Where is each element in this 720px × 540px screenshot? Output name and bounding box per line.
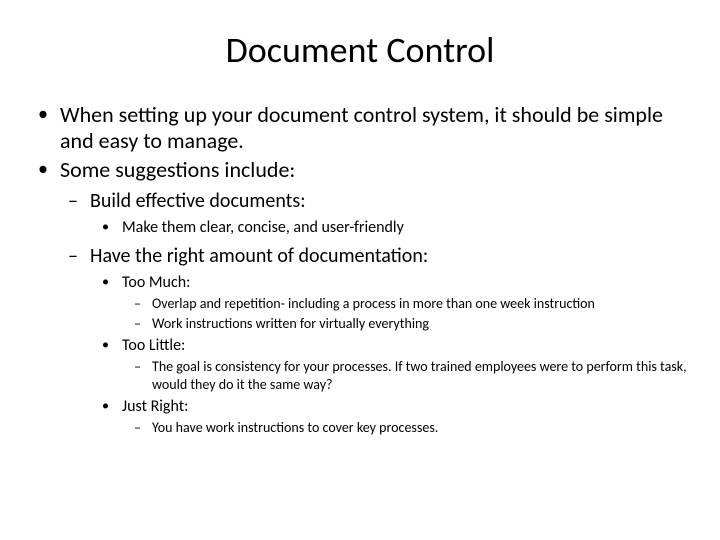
bullet-list-level4: Overlap and repetition- including a proc…	[122, 295, 690, 332]
bullet-item: You have work instructions to cover key …	[152, 419, 690, 437]
bullet-text: Just Right:	[122, 397, 188, 416]
bullet-text: Too Little:	[122, 336, 185, 355]
bullet-item: Too Little: The goal is consistency for …	[122, 336, 690, 393]
slide-title: Document Control	[30, 28, 690, 72]
bullet-list-level1: When setting up your document control sy…	[30, 102, 690, 437]
bullet-item: Build effective documents: Make them cle…	[90, 189, 690, 238]
bullet-list-level2: Build effective documents: Make them cle…	[60, 189, 690, 437]
bullet-list-level3: Make them clear, concise, and user-frien…	[90, 218, 690, 238]
bullet-text: Build effective documents:	[90, 189, 306, 213]
bullet-item: Have the right amount of documentation: …	[90, 244, 690, 437]
bullet-text: Some suggestions include:	[60, 156, 295, 183]
bullet-item: Just Right: You have work instructions t…	[122, 397, 690, 437]
bullet-item: Work instructions written for virtually …	[152, 315, 690, 333]
bullet-item: Too Much: Overlap and repetition- includ…	[122, 273, 690, 332]
bullet-list-level4: You have work instructions to cover key …	[122, 419, 690, 437]
bullet-item: Some suggestions include: Build effectiv…	[60, 157, 690, 437]
bullet-list-level4: The goal is consistency for your process…	[122, 358, 690, 393]
bullet-item: When setting up your document control sy…	[60, 102, 690, 155]
bullet-list-level3: Too Much: Overlap and repetition- includ…	[90, 273, 690, 437]
bullet-item: Overlap and repetition- including a proc…	[152, 295, 690, 313]
bullet-text: Have the right amount of documentation:	[90, 244, 428, 268]
bullet-item: Make them clear, concise, and user-frien…	[122, 218, 690, 238]
bullet-text: Too Much:	[122, 273, 190, 292]
bullet-item: The goal is consistency for your process…	[152, 358, 690, 393]
